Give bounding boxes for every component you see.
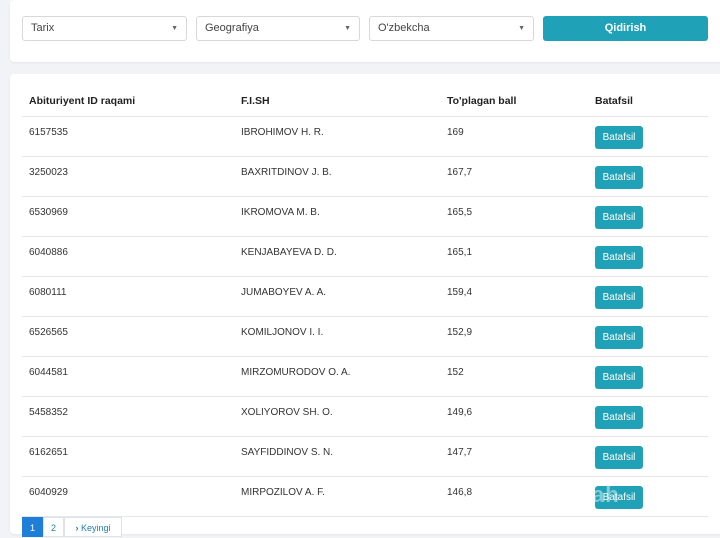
applicant-name: IBROHIMOV H. R.	[241, 127, 324, 138]
applicant-id: 5458352	[29, 407, 68, 418]
applicant-name: BAXRITDINOV J. B.	[241, 167, 332, 178]
table-row: 6526565 KOMILJONOV I. I. 152,9 Batafsil	[22, 317, 708, 357]
applicant-score: 147,7	[447, 447, 473, 458]
table-row: 6157535 IBROHIMOV H. R. 169 Batafsil	[22, 117, 708, 157]
table-row: 6530969 IKROMOVA M. B. 165,5 Batafsil	[22, 197, 708, 237]
details-button[interactable]: Batafsil	[595, 446, 643, 469]
applicant-id: 6526565	[29, 327, 68, 338]
table-row: 6162651 SAYFIDDINOV S. N. 147,7 Batafsil	[22, 437, 708, 477]
caret-down-icon: ▼	[344, 25, 351, 32]
row-divider	[22, 516, 708, 517]
table-row: 6040886 KENJABAYEVA D. D. 165,1 Batafsil	[22, 237, 708, 277]
details-button[interactable]: Batafsil	[595, 326, 643, 349]
details-button[interactable]: Batafsil	[595, 366, 643, 389]
caret-down-icon: ▼	[171, 25, 178, 32]
applicant-name: MIRZOMURODOV O. A.	[241, 367, 351, 378]
applicant-score: 169	[447, 127, 464, 138]
applicant-id: 6157535	[29, 127, 68, 138]
applicant-score: 149,6	[447, 407, 473, 418]
applicant-score: 167,7	[447, 167, 473, 178]
applicant-score: 165,1	[447, 247, 473, 258]
subject2-value: Geografiya	[205, 22, 259, 34]
applicant-id: 6040929	[29, 487, 68, 498]
page-1-button[interactable]: 1	[22, 517, 43, 537]
applicant-score: 165,5	[447, 207, 473, 218]
table-row: 3250023 BAXRITDINOV J. B. 167,7 Batafsil	[22, 157, 708, 197]
header-details: Batafsil	[595, 95, 633, 107]
next-page-label: Keyingi	[80, 523, 111, 533]
applicant-id: 6044581	[29, 367, 68, 378]
subject1-value: Tarix	[31, 22, 55, 34]
applicant-name: IKROMOVA M. B.	[241, 207, 320, 218]
applicant-score: 152,9	[447, 327, 473, 338]
applicant-score: 159,4	[447, 287, 473, 298]
search-button[interactable]: Qidirish	[543, 16, 708, 41]
applicant-id: 3250023	[29, 167, 68, 178]
language-select[interactable]: O'zbekcha ▼	[369, 16, 534, 41]
applicant-id: 6080111	[29, 287, 67, 298]
applicant-name: XOLIYOROV SH. O.	[241, 407, 333, 418]
details-button[interactable]: Batafsil	[595, 406, 643, 429]
applicant-name: MIRPOZILOV A. F.	[241, 487, 325, 498]
applicant-id: 6162651	[29, 447, 68, 458]
applicant-name: JUMABOYEV A. A.	[241, 287, 327, 298]
applicant-name: KOMILJONOV I. I.	[241, 327, 324, 338]
chevron-right-icon: ›	[75, 523, 79, 533]
details-button[interactable]: Batafsil	[595, 286, 643, 309]
header-id: Abituriyent ID raqami	[29, 95, 136, 107]
caret-down-icon: ▼	[518, 25, 525, 32]
language-value: O'zbekcha	[378, 22, 430, 34]
subject2-select[interactable]: Geografiya ▼	[196, 16, 360, 41]
details-button[interactable]: Batafsil	[595, 166, 643, 189]
watermark-logo: ah	[592, 482, 620, 507]
details-button[interactable]: Batafsil	[595, 246, 643, 269]
header-score: To'plagan ball	[447, 95, 517, 107]
applicant-name: KENJABAYEVA D. D.	[241, 247, 337, 258]
applicant-score: 146,8	[447, 487, 473, 498]
subject1-select[interactable]: Tarix ▼	[22, 16, 187, 41]
table-row: 5458352 XOLIYOROV SH. O. 149,6 Batafsil	[22, 397, 708, 437]
table-row: 6044581 MIRZOMURODOV O. A. 152 Batafsil	[22, 357, 708, 397]
applicant-id: 6040886	[29, 247, 68, 258]
applicant-score: 152	[447, 367, 464, 378]
page-2-button[interactable]: 2	[43, 517, 64, 537]
details-button[interactable]: Batafsil	[595, 126, 643, 149]
next-page-button[interactable]: › Keyingi	[64, 517, 122, 537]
table-row: 6080111 JUMABOYEV A. A. 159,4 Batafsil	[22, 277, 708, 317]
applicant-name: SAYFIDDINOV S. N.	[241, 447, 334, 458]
details-button[interactable]: Batafsil	[595, 206, 643, 229]
header-name: F.I.SH	[241, 95, 270, 107]
applicant-id: 6530969	[29, 207, 68, 218]
